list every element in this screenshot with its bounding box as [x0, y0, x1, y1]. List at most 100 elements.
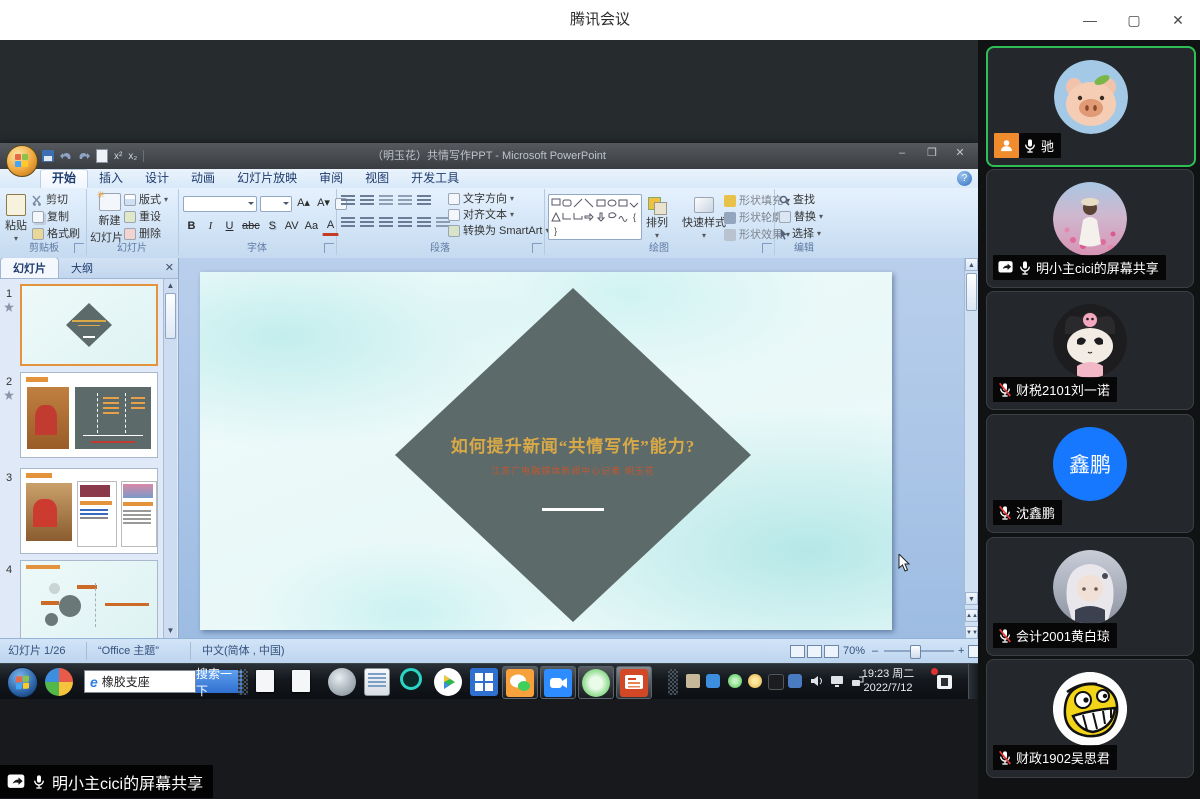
health-app-icon[interactable]: [400, 668, 422, 690]
search-input[interactable]: e 橡胶支座: [84, 670, 196, 693]
justify-icon[interactable]: [398, 217, 412, 228]
tray-icon[interactable]: [706, 674, 720, 688]
zoom-slider[interactable]: [884, 650, 954, 652]
align-left-icon[interactable]: [341, 217, 355, 228]
scroll-down-icon[interactable]: ▼: [965, 592, 978, 605]
tray-icon[interactable]: [728, 674, 742, 688]
canvas-scrollbar[interactable]: ▲ ▼ ▲▲ ▼▼: [964, 258, 978, 639]
show-desktop-button[interactable]: [968, 664, 978, 699]
notepad-icon[interactable]: [364, 668, 390, 696]
document-icon[interactable]: [256, 670, 274, 692]
paste-button[interactable]: 粘贴 ▾: [5, 194, 27, 243]
align-center-icon[interactable]: [360, 217, 374, 228]
tray-icon[interactable]: [788, 674, 802, 688]
tab-design[interactable]: 设计: [134, 169, 180, 188]
tab-review[interactable]: 审阅: [308, 169, 354, 188]
zoom-slider-thumb[interactable]: [910, 645, 921, 659]
ime-indicator-icon[interactable]: [937, 675, 952, 689]
scroll-up-icon[interactable]: ▲: [164, 280, 177, 292]
align-text-button[interactable]: 对齐文本▾: [448, 208, 549, 222]
numbering-icon[interactable]: [360, 195, 374, 206]
ppt-minimize-button[interactable]: –: [888, 143, 916, 165]
pinwheel-app-icon[interactable]: [45, 668, 73, 696]
tiles-app-icon[interactable]: [470, 668, 498, 696]
bullets-icon[interactable]: [341, 195, 355, 206]
taskbar-search[interactable]: e 橡胶支座 搜索一下: [84, 670, 242, 693]
camera-app-icon[interactable]: [328, 668, 356, 696]
font-dialog-launcher[interactable]: [324, 243, 334, 253]
previous-slide-button[interactable]: ▲▲: [965, 609, 978, 622]
slideshow-icon[interactable]: [824, 645, 839, 658]
participant-tile[interactable]: 会计2001黄白琼: [986, 537, 1194, 656]
line-spacing-icon[interactable]: [417, 195, 431, 206]
subscript-button[interactable]: x₂: [128, 151, 137, 162]
underline-button[interactable]: U: [221, 218, 238, 235]
italic-button[interactable]: I: [202, 218, 219, 235]
tab-insert[interactable]: 插入: [88, 169, 134, 188]
character-spacing-button[interactable]: AV: [283, 218, 301, 235]
strikethrough-button[interactable]: abc: [240, 218, 262, 235]
text-shadow-button[interactable]: S: [264, 218, 281, 235]
font-name-combo[interactable]: [183, 196, 257, 212]
tab-home[interactable]: 开始: [40, 169, 88, 188]
participant-tile[interactable]: 财税2101刘一诺: [986, 291, 1194, 410]
text-direction-button[interactable]: 文字方向▾: [448, 192, 549, 206]
normal-view-icon[interactable]: [790, 645, 805, 658]
smartart-button[interactable]: 转换为 SmartArt▾: [448, 224, 549, 238]
slide-title[interactable]: 如何提升新闻“共情写作”能力?: [343, 432, 803, 457]
cut-button[interactable]: 剪切: [32, 193, 80, 207]
view-buttons[interactable]: [790, 639, 841, 663]
office-button[interactable]: [6, 145, 38, 177]
slide-editor[interactable]: 如何提升新闻“共情写作”能力? 江苏广电融媒体新闻中心记者 明玉花: [200, 272, 892, 630]
grow-font-button[interactable]: A▴: [295, 195, 312, 212]
meeting-taskbar-item[interactable]: [540, 666, 576, 699]
scroll-up-icon[interactable]: ▲: [965, 258, 978, 271]
tab-outline[interactable]: 大纲: [59, 258, 105, 278]
wechat-taskbar-item[interactable]: [502, 666, 538, 699]
thumbnails-scrollbar[interactable]: ▲ ▼: [163, 279, 177, 638]
superscript-button[interactable]: x²: [114, 151, 122, 162]
slide-thumbnail-1[interactable]: [20, 284, 158, 366]
paragraph-dialog-launcher[interactable]: [532, 243, 542, 253]
drawing-dialog-launcher[interactable]: [762, 243, 772, 253]
slide-thumbnail-2[interactable]: [20, 372, 158, 458]
participant-tile[interactable]: 驰: [986, 46, 1196, 167]
quick-styles-button[interactable]: 快速样式 ▾: [682, 197, 726, 240]
shrink-font-button[interactable]: A▾: [315, 195, 332, 212]
clipboard-dialog-launcher[interactable]: [74, 243, 84, 253]
slide-subtitle[interactable]: 江苏广电融媒体新闻中心记者 明玉花: [363, 464, 783, 477]
scrollbar-thumb[interactable]: [165, 293, 176, 339]
volume-icon[interactable]: [810, 674, 824, 688]
slide-thumbnail-4[interactable]: [20, 560, 158, 639]
font-size-combo[interactable]: [260, 196, 292, 212]
layout-button[interactable]: 版式▾: [124, 193, 168, 207]
tencent-video-icon[interactable]: [434, 668, 462, 696]
maximize-button[interactable]: ▢: [1112, 0, 1156, 40]
slide-thumbnail-3[interactable]: [20, 468, 158, 554]
help-icon[interactable]: ?: [957, 171, 972, 186]
scroll-down-icon[interactable]: ▼: [164, 625, 177, 637]
arrange-button[interactable]: 排列 ▾: [646, 197, 668, 240]
tab-slideshow[interactable]: 幻灯片放映: [226, 169, 308, 188]
slide-sorter-icon[interactable]: [807, 645, 822, 658]
tray-icon[interactable]: [686, 674, 700, 688]
redo-icon[interactable]: [78, 151, 90, 161]
undo-icon[interactable]: [60, 151, 72, 161]
participant-tile[interactable]: 财政1902吴思君: [986, 659, 1194, 778]
shapes-gallery[interactable]: { }: [548, 194, 642, 240]
powerpoint-taskbar-item[interactable]: [616, 666, 652, 699]
tray-icon[interactable]: [748, 674, 762, 688]
ppt-close-button[interactable]: ✕: [946, 143, 974, 165]
tab-slides-thumbnails[interactable]: 幻灯片: [0, 258, 59, 278]
minimize-button[interactable]: —: [1068, 0, 1112, 40]
tab-animations[interactable]: 动画: [180, 169, 226, 188]
taskbar-clock[interactable]: 19:23 周二 2022/7/12: [848, 667, 928, 695]
panel-close-icon[interactable]: ✕: [165, 261, 174, 274]
scrollbar-thumb[interactable]: [966, 273, 977, 311]
decrease-indent-icon[interactable]: [379, 195, 393, 206]
close-button[interactable]: ✕: [1156, 0, 1200, 40]
copy-button[interactable]: 复制: [32, 210, 80, 224]
find-button[interactable]: 查找: [779, 193, 823, 207]
document-icon[interactable]: [292, 670, 310, 692]
zoom-in-button[interactable]: +: [958, 639, 964, 663]
